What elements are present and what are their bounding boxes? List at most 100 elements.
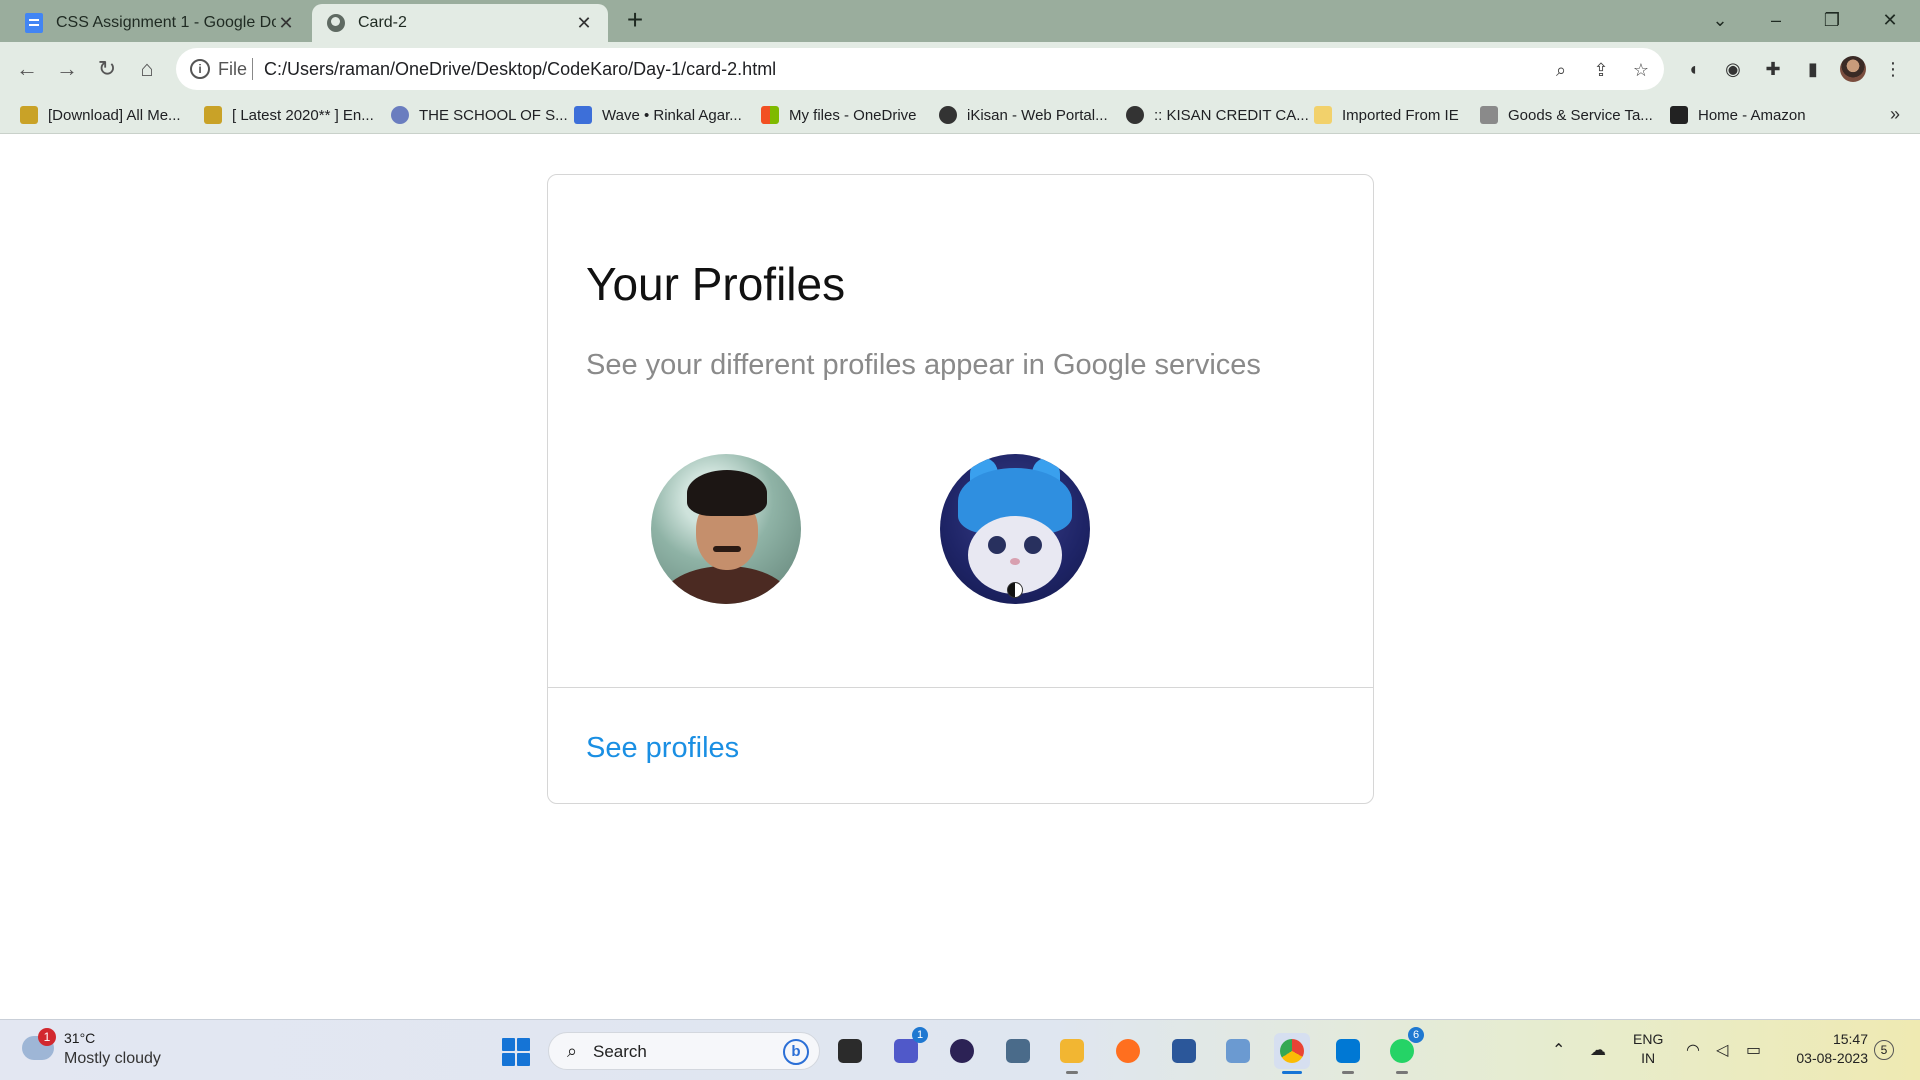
bookmark-item[interactable]: [Download] All Me... xyxy=(20,104,181,126)
new-tab-button[interactable]: + xyxy=(620,6,650,36)
folder-app[interactable] xyxy=(1054,1033,1090,1074)
teams-app[interactable]: 1 xyxy=(888,1027,928,1069)
bookmark-item[interactable]: THE SCHOOL OF S... xyxy=(391,104,568,126)
tab-title: Card-2 xyxy=(358,14,407,31)
weather-description[interactable]: Mostly cloudy xyxy=(64,1050,161,1068)
close-window-button[interactable]: ✕ xyxy=(1870,4,1910,36)
whatsapp-app[interactable]: 6 xyxy=(1384,1027,1424,1074)
card-title: Your Profiles xyxy=(586,258,846,310)
extensions-puzzle-icon[interactable]: ✚ xyxy=(1760,56,1786,82)
close-tab-icon[interactable]: ✕ xyxy=(574,13,594,34)
bookmark-item[interactable]: Imported From IE xyxy=(1314,104,1459,126)
globe-icon xyxy=(939,106,957,124)
bookmark-label: THE SCHOOL OF S... xyxy=(419,106,568,124)
tab-google-docs[interactable]: CSS Assignment 1 - Google Docs ✕ xyxy=(10,4,310,42)
onedrive-cloud-icon[interactable]: ☁ xyxy=(1590,1040,1606,1060)
firefox-app[interactable] xyxy=(1110,1033,1146,1069)
profiles-card: Your Profiles See your different profile… xyxy=(547,174,1374,804)
bing-icon[interactable]: b xyxy=(783,1039,809,1065)
bookmark-label: Home - Amazon xyxy=(1698,106,1806,124)
bookmark-label: Wave • Rinkal Agar... xyxy=(602,106,742,124)
reload-icon[interactable]: ↻ xyxy=(92,54,122,84)
weather-badge: 1 xyxy=(38,1028,56,1046)
scheme-label: File xyxy=(218,59,248,79)
amazon-icon xyxy=(1670,106,1688,124)
bookmark-favicon-icon xyxy=(1480,106,1498,124)
site-info-icon[interactable]: i xyxy=(190,59,210,79)
tab-title: CSS Assignment 1 - Google Docs xyxy=(56,14,276,31)
bookmark-favicon-icon xyxy=(391,106,409,124)
bookmark-favicon-icon xyxy=(20,106,38,124)
page-content: Your Profiles See your different profile… xyxy=(0,135,1920,1019)
bookmark-item[interactable]: :: KISAN CREDIT CA... xyxy=(1126,104,1309,126)
chrome-app[interactable] xyxy=(1274,1033,1310,1074)
wifi-icon[interactable]: ◠ xyxy=(1686,1040,1700,1060)
bookmark-label: Imported From IE xyxy=(1342,106,1459,124)
zoom-icon[interactable]: ⌕ xyxy=(1550,59,1572,81)
tab-search-icon[interactable]: ⌄ xyxy=(1700,4,1740,36)
restore-button[interactable]: ❐ xyxy=(1812,4,1852,36)
url-text[interactable]: C:/Users/raman/OneDrive/Desktop/CodeKaro… xyxy=(264,59,776,80)
bookmark-item[interactable]: My files - OneDrive xyxy=(761,104,917,126)
share-icon[interactable]: ⇪ xyxy=(1590,59,1612,81)
card-subtitle: See your different profiles appear in Go… xyxy=(586,349,1261,381)
bookmark-item[interactable]: Home - Amazon xyxy=(1670,104,1806,126)
close-tab-icon[interactable]: ✕ xyxy=(276,13,296,34)
bookmark-label: My files - OneDrive xyxy=(789,106,917,124)
bookmark-label: [ Latest 2020** ] En... xyxy=(232,106,374,124)
bookmark-label: iKisan - Web Portal... xyxy=(967,106,1108,124)
file-explorer-app[interactable] xyxy=(832,1033,868,1069)
profile-avatar-person xyxy=(651,454,801,604)
search-icon: ⌕ xyxy=(566,1041,578,1061)
extension-mouse-icon[interactable]: ◖ xyxy=(1680,56,1706,82)
bookmark-star-icon[interactable]: ☆ xyxy=(1630,59,1652,81)
clock-time: 15:47 xyxy=(1832,1031,1868,1047)
vscode-app[interactable] xyxy=(1330,1033,1366,1074)
language-code: ENG xyxy=(1633,1031,1664,1047)
taskbar-search[interactable]: ⌕ Search b xyxy=(548,1032,820,1070)
home-icon[interactable]: ⌂ xyxy=(132,54,162,84)
windows-start-icon[interactable] xyxy=(502,1038,530,1066)
back-icon[interactable]: ← xyxy=(12,54,42,84)
battery-icon[interactable]: ▭ xyxy=(1746,1040,1761,1060)
divider xyxy=(252,58,253,80)
menu-kebab-icon[interactable]: ⋮ xyxy=(1880,56,1906,82)
bookmarks-overflow-icon[interactable]: » xyxy=(1890,104,1900,125)
bookmark-label: :: KISAN CREDIT CA... xyxy=(1154,106,1309,124)
address-bar[interactable]: i File C:/Users/raman/OneDrive/Desktop/C… xyxy=(176,48,1664,90)
bookmark-label: Goods & Service Ta... xyxy=(1508,106,1653,124)
bookmark-item[interactable]: Wave • Rinkal Agar... xyxy=(574,104,742,126)
bookmark-favicon-icon xyxy=(204,106,222,124)
bookmark-item[interactable]: [ Latest 2020** ] En... xyxy=(204,104,374,126)
resource-monitor-app[interactable] xyxy=(1220,1033,1256,1069)
forward-icon[interactable]: → xyxy=(52,54,82,84)
bookmark-item[interactable]: Goods & Service Ta... xyxy=(1480,104,1653,126)
browser-toolbar: ← → ↻ ⌂ i File C:/Users/raman/OneDrive/D… xyxy=(0,42,1920,96)
volume-icon[interactable]: ◁ xyxy=(1716,1040,1728,1060)
eclipse-app[interactable] xyxy=(944,1033,980,1069)
region-code: IN xyxy=(1641,1050,1656,1066)
taskbar: 1 31°C Mostly cloudy ⌕ Search b 1 6 ⌃ ☁ … xyxy=(0,1019,1920,1080)
snipping-tool-app[interactable] xyxy=(1000,1033,1036,1069)
profile-avatar[interactable] xyxy=(1840,56,1866,82)
weather-temperature[interactable]: 31°C xyxy=(64,1030,95,1046)
bookmark-favicon-icon xyxy=(574,106,592,124)
google-docs-icon xyxy=(24,13,44,33)
side-panel-icon[interactable]: ▮ xyxy=(1800,56,1826,82)
chevron-up-icon[interactable]: ⌃ xyxy=(1552,1040,1565,1060)
microsoft-icon xyxy=(761,106,779,124)
see-profiles-link[interactable]: See profiles xyxy=(586,732,739,765)
bookmark-item[interactable]: iKisan - Web Portal... xyxy=(939,104,1108,126)
language-indicator[interactable]: ENG IN xyxy=(1633,1030,1663,1068)
extension-vpn-icon[interactable]: ◉ xyxy=(1720,56,1746,82)
notification-count-badge[interactable]: 5 xyxy=(1874,1040,1894,1060)
bookmark-label: [Download] All Me... xyxy=(48,106,181,124)
word-app[interactable] xyxy=(1166,1033,1202,1069)
system-clock[interactable]: 15:47 03-08-2023 xyxy=(1786,1030,1868,1068)
search-placeholder: Search xyxy=(593,1042,647,1061)
tab-strip: CSS Assignment 1 - Google Docs ✕ Card-2 … xyxy=(0,0,1920,42)
clock-date: 03-08-2023 xyxy=(1796,1050,1868,1066)
tab-card-2[interactable]: Card-2 ✕ xyxy=(312,4,608,42)
folder-icon xyxy=(1314,106,1332,124)
minimize-button[interactable]: – xyxy=(1756,4,1796,36)
